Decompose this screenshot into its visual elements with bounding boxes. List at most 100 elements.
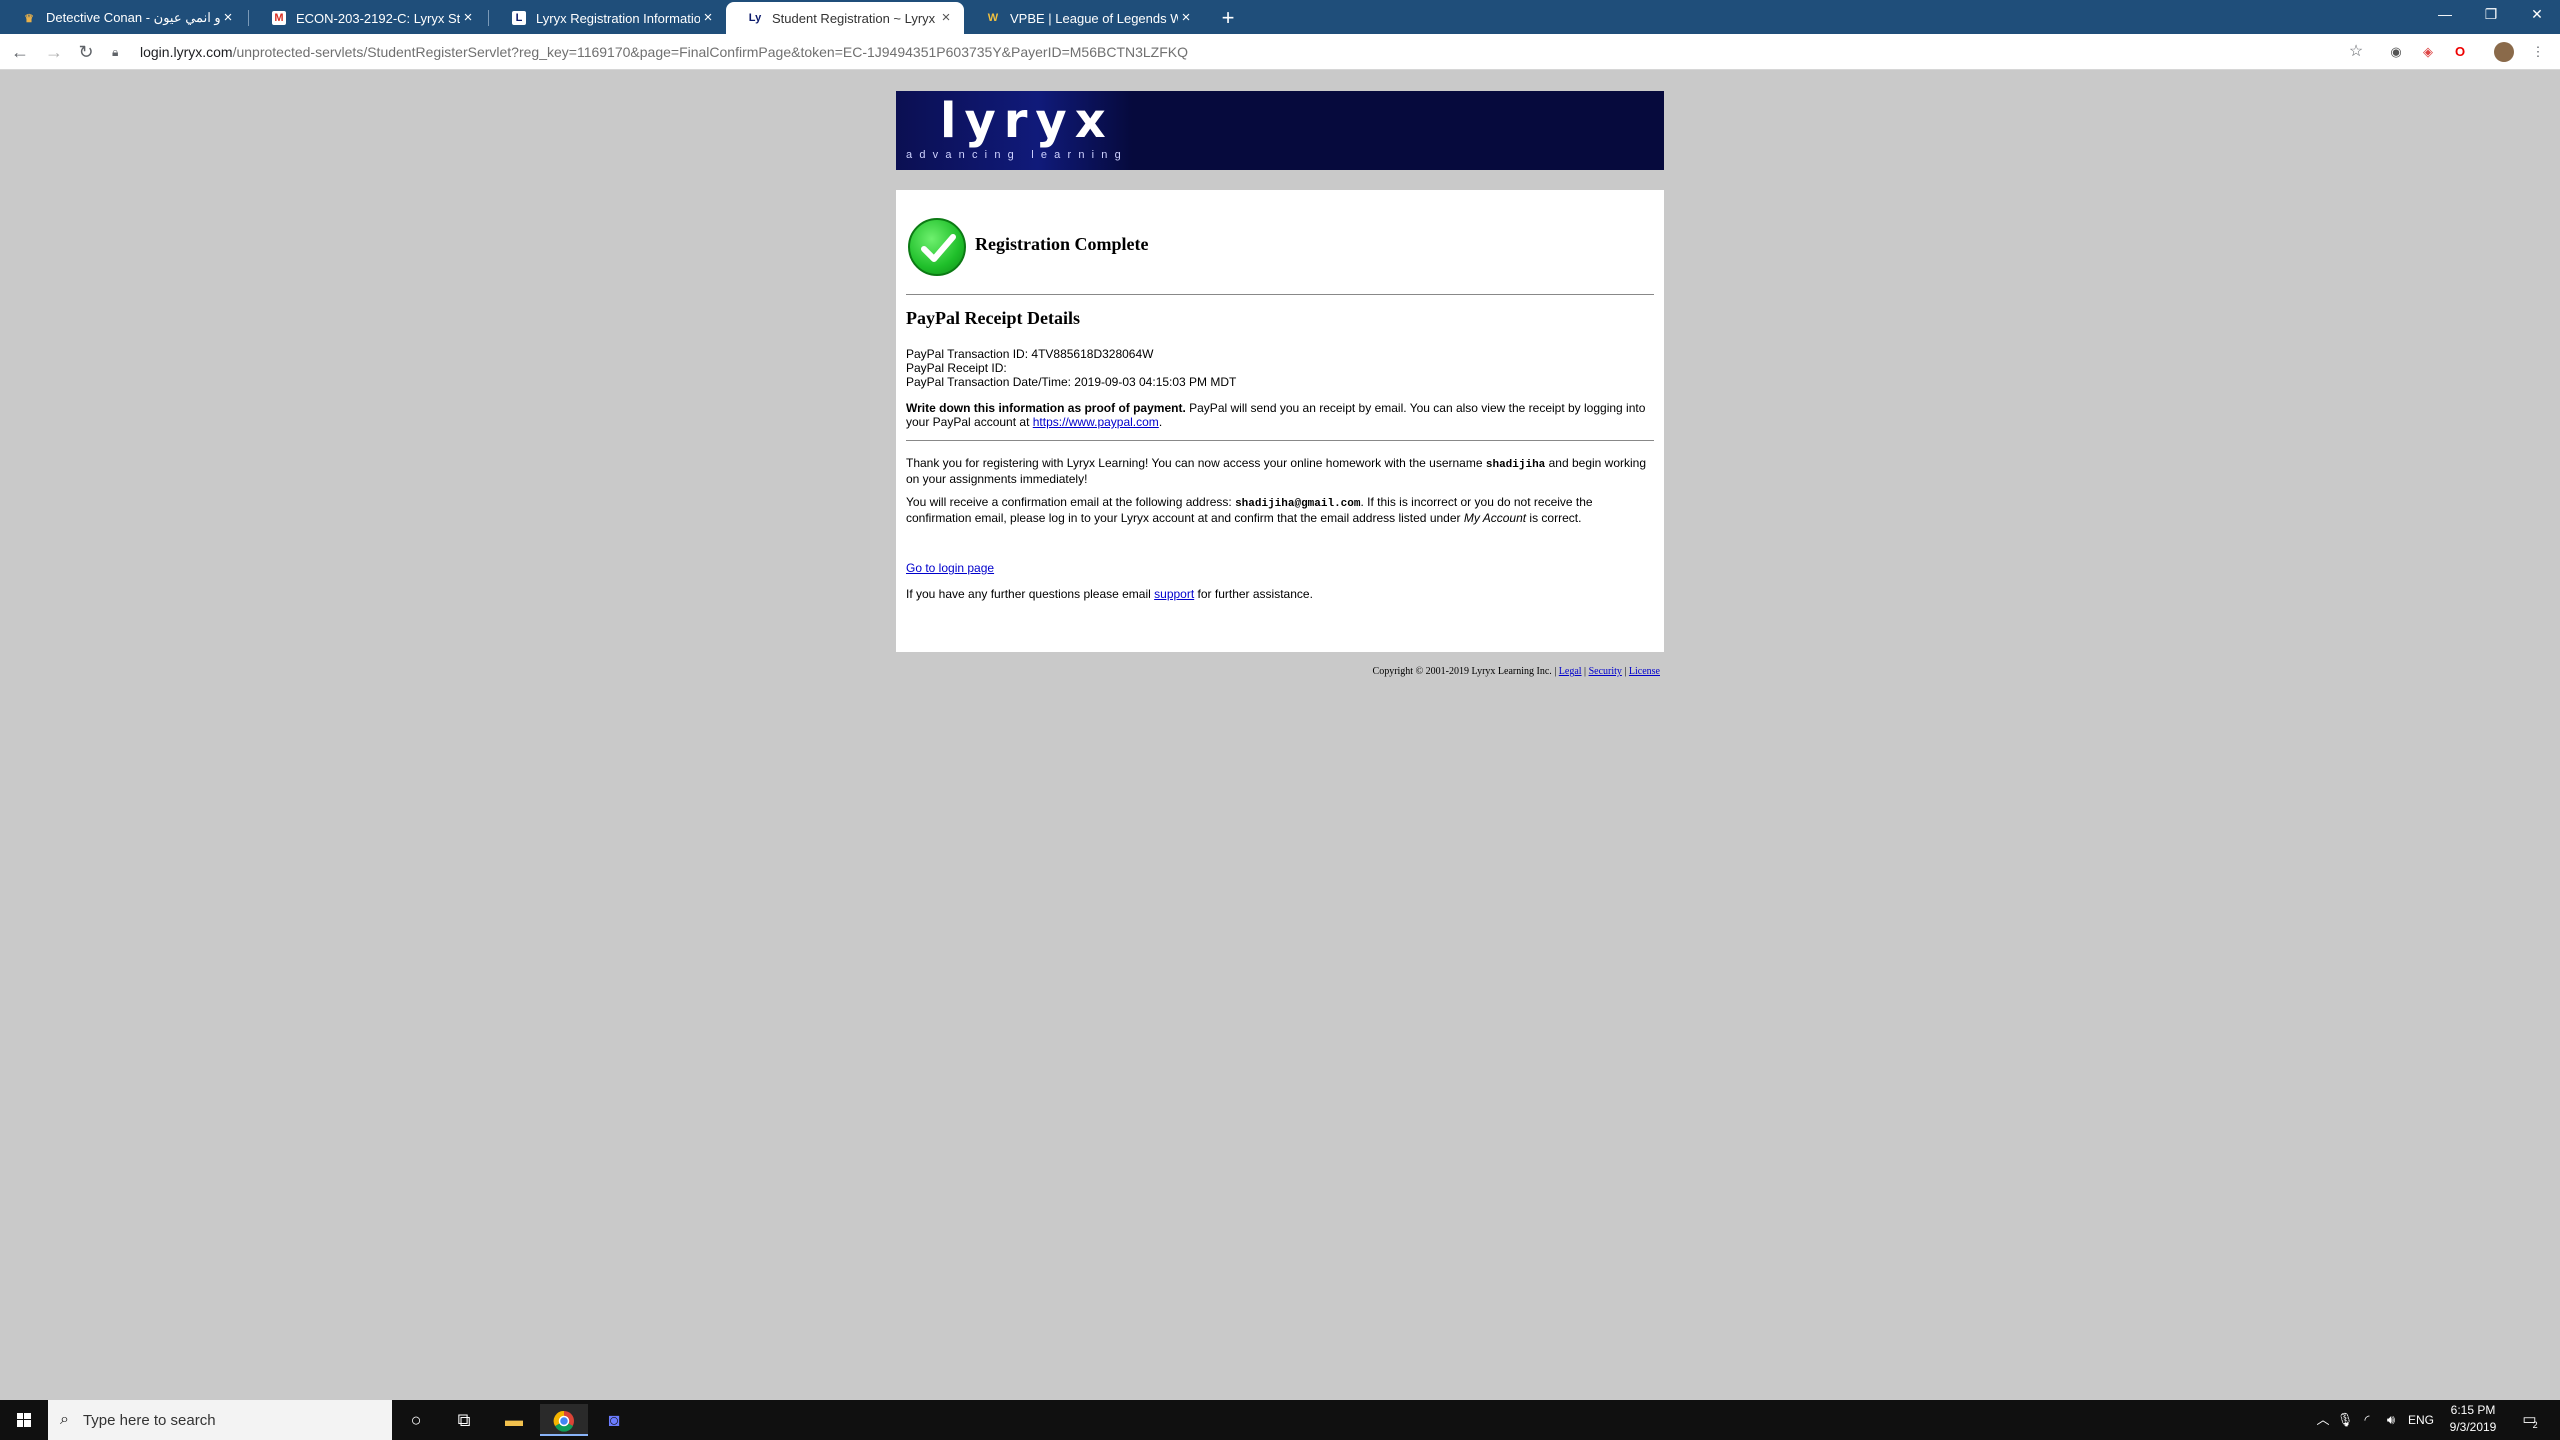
extension-eye-icon[interactable]: ◉ — [2386, 42, 2406, 62]
taskbar-search-input[interactable]: ⌕ Type here to search — [48, 1400, 392, 1440]
tab-separator — [248, 10, 249, 26]
copyright-text: Copyright © 2001-2019 Lyryx Learning Inc… — [1372, 666, 1559, 677]
registration-card: Registration Complete PayPal Receipt Det… — [896, 190, 1664, 652]
bookmark-star-icon[interactable]: ☆ — [2346, 42, 2366, 62]
windows-logo-icon — [17, 1413, 31, 1427]
restore-icon[interactable]: ❐ — [2468, 0, 2514, 30]
tab-title: Student Registration ~ Lyryx Lea — [772, 10, 938, 26]
search-icon: ⌕ — [60, 1411, 69, 1428]
thanks-pre: Thank you for registering with Lyryx Lea… — [906, 456, 1486, 470]
new-tab-button[interactable]: + — [1214, 4, 1242, 32]
lyryx-banner: lyryx advancing learning — [896, 91, 1664, 170]
transaction-id: PayPal Transaction ID: 4TV885618D328064W — [906, 347, 1154, 361]
file-explorer-icon[interactable]: ▬ — [490, 1404, 538, 1436]
forward-icon[interactable]: → — [40, 38, 68, 66]
logo-word: lyryx — [940, 93, 1114, 149]
username: shadijiha — [1485, 459, 1546, 471]
close-tab-icon[interactable]: × — [700, 10, 716, 26]
cortana-icon[interactable]: ○ — [392, 1404, 440, 1436]
receipt-id: PayPal Receipt ID: — [906, 361, 1007, 375]
transaction-datetime: PayPal Transaction Date/Time: 2019-09-03… — [906, 375, 1237, 389]
my-account-label: My Account — [1463, 511, 1527, 525]
chrome-icon[interactable] — [540, 1404, 588, 1436]
receipt-heading: PayPal Receipt Details — [906, 308, 1080, 328]
tab-title: Detective Conan - ون و انمي عيون — [46, 10, 220, 25]
proof-bold: Write down this information as proof of … — [906, 401, 1186, 415]
page-title: Registration Complete — [975, 234, 1149, 254]
system-clock[interactable]: 6:15 PM 9/3/2019 — [2438, 1402, 2508, 1436]
tab-title: Lyryx Registration Information — [536, 10, 700, 26]
language-indicator[interactable]: ENG — [2404, 1400, 2438, 1440]
tab-econ-lyryx[interactable]: M ECON-203-2192-C: Lyryx Student × — [250, 2, 486, 34]
email-address: shadijiha@gmail.com — [1235, 498, 1361, 510]
page-footer: Copyright © 2001-2019 Lyryx Learning Inc… — [896, 666, 1660, 677]
network-icon[interactable]: ◜ — [2356, 1400, 2378, 1440]
volume-icon[interactable]: 🔊︎ — [2380, 1400, 2402, 1440]
discord-icon[interactable]: ◙ — [590, 1404, 638, 1436]
browser-toolbar: ← → ↻ 🔒︎ login.lyryx.com/unprotected-ser… — [0, 34, 2560, 70]
support-link[interactable]: support — [1154, 587, 1194, 601]
close-tab-icon[interactable]: × — [1178, 10, 1194, 26]
help-pre: If you have any further questions please… — [906, 587, 1155, 601]
gmail-icon: M — [272, 11, 286, 25]
search-placeholder: Type here to search — [82, 1411, 216, 1429]
tab-league-wiki[interactable]: W VPBE | League of Legends Wiki | × — [964, 2, 1204, 34]
conan-favicon-icon: ♛ — [24, 12, 34, 25]
tab-title: VPBE | League of Legends Wiki | — [1010, 10, 1178, 26]
tab-strip: ♛ Detective Conan - ون و انمي عيون × M E… — [0, 0, 2560, 34]
microphone-icon[interactable]: 🎙︎ — [2334, 1400, 2356, 1440]
notification-badge: 2 — [2532, 1420, 2538, 1430]
clock-date: 9/3/2019 — [2449, 1420, 2497, 1434]
opera-icon[interactable]: O — [2450, 42, 2470, 62]
tab-detective-conan[interactable]: ♛ Detective Conan - ون و انمي عيون × — [0, 2, 246, 34]
back-icon[interactable]: ← — [6, 38, 34, 66]
action-center-icon[interactable]: ▭2 — [2512, 1400, 2552, 1440]
lyryx-favicon-icon: L — [512, 11, 526, 25]
paypal-link[interactable]: https://www.paypal.com — [1033, 415, 1159, 429]
divider — [906, 440, 1654, 441]
license-link[interactable]: License — [1629, 666, 1660, 677]
address-bar[interactable]: 🔒︎ login.lyryx.com/unprotected-servlets/… — [112, 38, 2352, 66]
help-post: for further assistance. — [1194, 587, 1313, 601]
receipt-details: PayPal Transaction ID: 4TV885618D328064W… — [906, 347, 1654, 389]
lock-icon: 🔒︎ — [112, 45, 119, 59]
login-link-row: Go to login page — [906, 561, 1654, 575]
tab-title: ECON-203-2192-C: Lyryx Student — [296, 10, 460, 26]
tab-student-registration[interactable]: Ly Student Registration ~ Lyryx Lea × — [726, 2, 964, 34]
confirm-pre: You will receive a confirmation email at… — [906, 495, 1236, 509]
close-window-icon[interactable]: ✕ — [2514, 0, 2560, 30]
confirmation-email-text: You will receive a confirmation email at… — [906, 495, 1654, 525]
minimize-icon[interactable]: — — [2422, 0, 2468, 30]
footer-sep: | — [1581, 666, 1589, 677]
footer-sep: | — [1621, 666, 1629, 677]
menu-kebab-icon[interactable]: ⋮ — [2528, 42, 2548, 62]
url-host: login.lyryx.com — [140, 44, 233, 60]
proof-of-payment-text: Write down this information as proof of … — [906, 401, 1654, 429]
start-button[interactable] — [0, 1400, 48, 1440]
security-link[interactable]: Security — [1589, 666, 1622, 677]
close-tab-icon[interactable]: × — [460, 10, 476, 26]
close-tab-icon[interactable]: × — [938, 10, 954, 26]
confirm-post: is correct. — [1526, 511, 1582, 525]
legal-link[interactable]: Legal — [1559, 666, 1582, 677]
avatar[interactable] — [2494, 42, 2514, 62]
lyryx-favicon-icon: Ly — [748, 12, 762, 24]
logo-tagline: advancing learning — [906, 149, 1128, 161]
reload-icon[interactable]: ↻ — [72, 38, 100, 66]
checkmark-icon — [908, 218, 966, 276]
lyryx-logo: lyryx advancing learning — [896, 91, 1132, 170]
close-tab-icon[interactable]: × — [220, 10, 236, 26]
task-view-icon[interactable]: ⧉ — [440, 1404, 488, 1436]
go-to-login-link[interactable]: Go to login page — [906, 561, 994, 575]
period: . — [1158, 415, 1163, 429]
windows-taskbar: ⌕ Type here to search ○ ⧉ ▬ ◙ ︿ 🎙︎ ◜ 🔊︎ … — [0, 1400, 2560, 1440]
url-path: /unprotected-servlets/StudentRegisterSer… — [232, 44, 1189, 60]
tab-lyryx-registration-info[interactable]: L Lyryx Registration Information × — [490, 2, 726, 34]
help-text: If you have any further questions please… — [906, 587, 1654, 601]
wiki-favicon-icon: W — [987, 12, 999, 24]
tray-overflow-icon[interactable]: ︿ — [2312, 1400, 2334, 1440]
clock-time: 6:15 PM — [2450, 1403, 2496, 1417]
extension-shield-icon[interactable]: ◈ — [2418, 42, 2438, 62]
thank-you-text: Thank you for registering with Lyryx Lea… — [906, 456, 1654, 486]
divider — [906, 294, 1654, 295]
